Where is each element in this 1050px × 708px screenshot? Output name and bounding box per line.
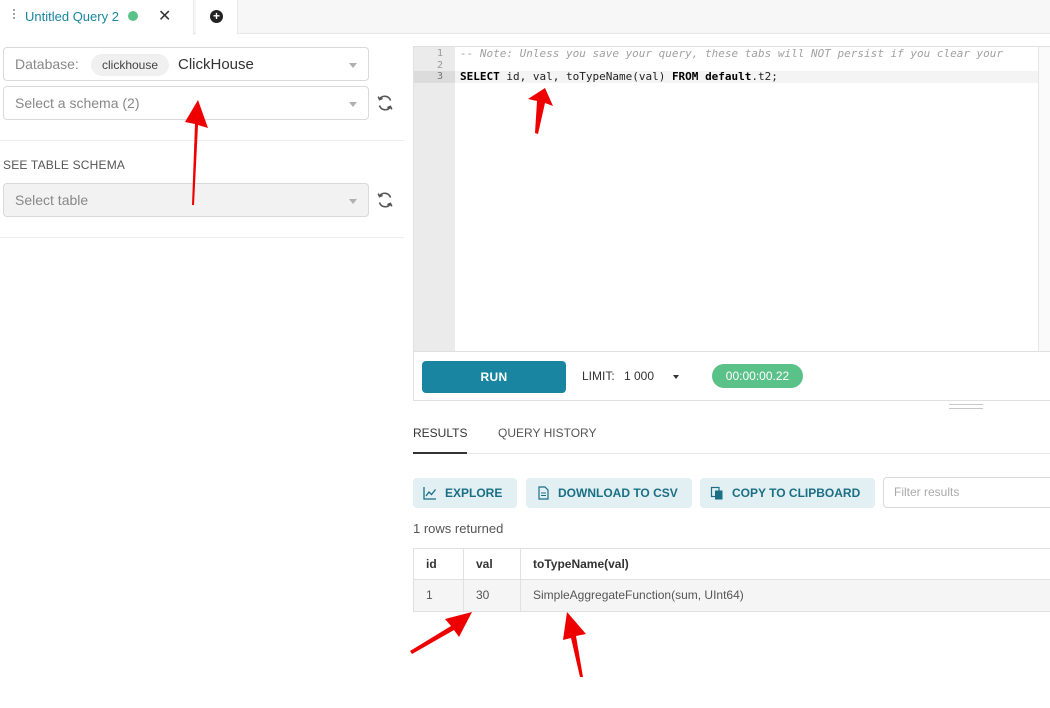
explore-label: EXPLORE	[445, 486, 503, 500]
annotation-arrow-icon	[563, 612, 586, 677]
table-schema-heading: SEE TABLE SCHEMA	[3, 158, 126, 172]
tab-bar: Untitled Query 2 ✕ +	[0, 0, 1050, 35]
table-cell: SimpleAggregateFunction(sum, UInt64)	[533, 588, 744, 602]
table-placeholder: Select table	[15, 192, 89, 208]
refresh-table-icon[interactable]	[375, 190, 395, 210]
sql-columns: id, val, toTypeName(val)	[499, 70, 672, 83]
chevron-down-icon[interactable]	[349, 63, 357, 68]
sql-keyword: default	[705, 70, 752, 83]
column-header[interactable]: toTypeName(val)	[521, 549, 1050, 580]
filter-results-input[interactable]	[894, 485, 1044, 499]
limit-label: LIMIT:	[582, 369, 615, 383]
execution-timer: 00:00:00.22	[712, 364, 803, 388]
tab-query-history[interactable]: QUERY HISTORY	[498, 425, 596, 454]
annotation-arrow-icon	[410, 612, 472, 654]
copy-clipboard-label: COPY TO CLIPBOARD	[732, 486, 861, 500]
line-chart-icon	[423, 487, 437, 500]
plus-circle-icon: +	[210, 10, 223, 23]
sql-query-line[interactable]: SELECT id, val, toTypeName(val) FROM def…	[460, 71, 778, 83]
sql-keyword: FROM	[671, 70, 699, 83]
refresh-schema-icon[interactable]	[375, 93, 395, 113]
schema-placeholder: Select a schema (2)	[15, 95, 140, 111]
table-cell: 30	[464, 580, 521, 611]
copy-icon	[710, 486, 723, 500]
line-number: 3	[414, 71, 455, 83]
table-cell: 1	[414, 580, 464, 611]
database-select[interactable]: Database: clickhouse ClickHouse	[3, 47, 369, 81]
sql-keyword: SELECT	[460, 70, 500, 83]
chevron-down-icon[interactable]	[349, 102, 357, 107]
explore-button[interactable]: EXPLORE	[413, 478, 517, 508]
filter-results-field[interactable]	[883, 477, 1050, 508]
column-header[interactable]: val	[464, 549, 521, 580]
resize-handle[interactable]	[949, 404, 983, 410]
line-number: 1	[436, 48, 443, 59]
editor-gutter: 1 2 3	[414, 47, 455, 352]
sql-editor[interactable]: 1 2 3 -- Note: Unless you save your quer…	[413, 46, 1050, 352]
tab-results[interactable]: RESULTS	[413, 425, 468, 454]
results-tabs: RESULTS QUERY HISTORY	[413, 425, 1050, 454]
caret-down-icon[interactable]	[673, 375, 679, 379]
database-label: Database:	[15, 56, 79, 72]
query-tab[interactable]: Untitled Query 2 ✕	[0, 0, 194, 35]
status-dot-icon	[128, 11, 138, 21]
copy-clipboard-button[interactable]: COPY TO CLIPBOARD	[700, 478, 875, 508]
divider	[0, 237, 404, 238]
divider	[0, 140, 404, 141]
download-csv-button[interactable]: DOWNLOAD TO CSV	[526, 478, 692, 508]
file-icon	[538, 486, 549, 500]
chevron-down-icon[interactable]	[349, 199, 357, 204]
download-csv-label: DOWNLOAD TO CSV	[558, 486, 678, 500]
query-toolbar: RUN LIMIT: 1 000 00:00:00.22	[413, 351, 1050, 401]
column-header[interactable]: id	[414, 549, 464, 580]
drag-handle-icon[interactable]	[12, 9, 16, 23]
rows-returned-count: 1 rows returned	[413, 521, 504, 536]
database-name: ClickHouse	[178, 56, 254, 73]
limit-dropdown[interactable]: 1 000	[624, 369, 654, 383]
close-tab-icon[interactable]: ✕	[158, 6, 171, 26]
editor-scrollbar[interactable]	[1038, 47, 1050, 352]
sql-comment-line[interactable]: -- Note: Unless you save your query, the…	[460, 48, 1003, 60]
schema-select[interactable]: Select a schema (2)	[3, 86, 369, 120]
run-button[interactable]: RUN	[422, 361, 566, 393]
table-row: 1 30 SimpleAggregateFunction(sum, UInt64…	[413, 580, 1050, 612]
tab-title[interactable]: Untitled Query 2	[25, 9, 119, 24]
sql-table: .t2;	[751, 70, 778, 83]
add-tab-button[interactable]: +	[196, 0, 238, 34]
table-header-row: id val toTypeName(val)	[413, 548, 1050, 580]
database-backend-chip: clickhouse	[91, 54, 170, 76]
table-select[interactable]: Select table	[3, 183, 369, 217]
